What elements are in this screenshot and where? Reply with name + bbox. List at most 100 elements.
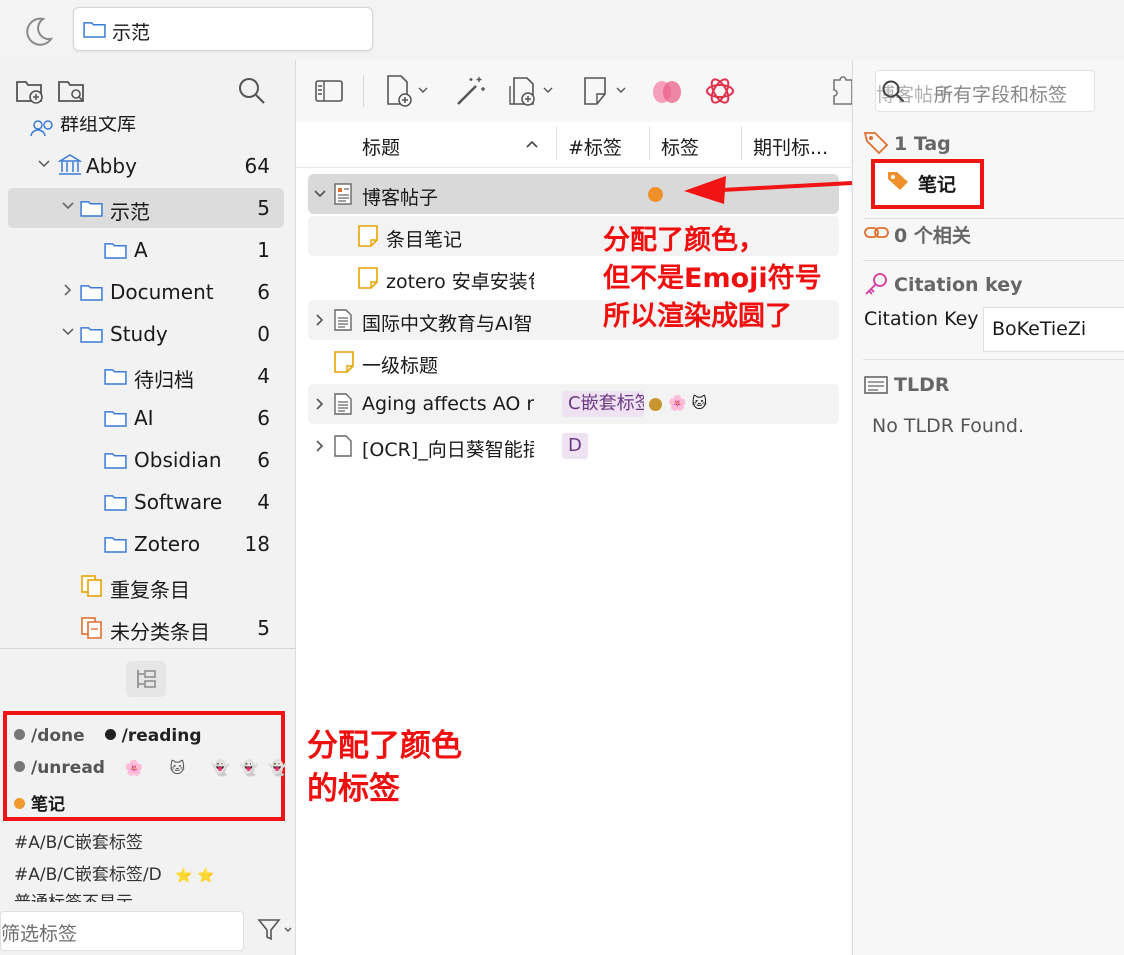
pane-splitter[interactable] bbox=[0, 648, 295, 649]
blog-post-icon bbox=[334, 183, 352, 205]
chevron-right-icon[interactable] bbox=[314, 314, 326, 326]
item-row[interactable]: [OCR]_向日葵智能插件 D bbox=[308, 426, 839, 466]
annotation-line: 分配了颜色 bbox=[307, 728, 462, 764]
collection-obsidian[interactable]: Obsidian 6 bbox=[8, 440, 284, 480]
item-search-input[interactable]: 博客帖子 所有字段和标签 bbox=[875, 70, 1095, 112]
breadcrumb[interactable]: 示范 bbox=[73, 7, 373, 51]
unfiled-items[interactable]: 未分类条目 5 bbox=[8, 608, 284, 648]
toggle-pane-icon[interactable] bbox=[315, 79, 343, 103]
column-title[interactable]: 标题 bbox=[362, 133, 400, 160]
add-attachment-icon[interactable] bbox=[507, 74, 557, 108]
tree-label: 待归档 bbox=[134, 368, 194, 392]
item-row[interactable]: 一级标题 bbox=[308, 342, 839, 382]
tag-emoji-ghost[interactable]: 👻 bbox=[268, 759, 287, 777]
new-note-icon[interactable] bbox=[581, 74, 631, 108]
chevron-right-icon[interactable] bbox=[314, 398, 326, 410]
tag-filter-input[interactable]: 筛选标签 bbox=[0, 911, 244, 951]
tree-label: Obsidian bbox=[134, 448, 222, 472]
column-journal[interactable]: 期刊标... bbox=[753, 133, 828, 160]
collection-shifan[interactable]: 示范 5 bbox=[8, 188, 284, 228]
tree-label: Zotero bbox=[134, 532, 201, 556]
group-library-row[interactable]: 群组文库 bbox=[30, 116, 280, 136]
annotation-line: 但不是Emoji符号 bbox=[603, 263, 822, 294]
citation-section-header[interactable]: Citation key bbox=[894, 274, 1023, 296]
chevron-down-icon[interactable] bbox=[62, 200, 74, 212]
tag-emoji-ghost[interactable]: 👻 bbox=[211, 759, 230, 777]
tag-emoji-flower[interactable]: 🌸 bbox=[125, 759, 144, 777]
duplicate-items[interactable]: 重复条目 bbox=[8, 566, 284, 606]
folder-icon bbox=[104, 535, 127, 553]
new-collection-icon[interactable] bbox=[15, 77, 45, 105]
magic-wand-icon[interactable] bbox=[454, 74, 488, 108]
breadcrumb-label: 示范 bbox=[112, 22, 151, 44]
collection-software[interactable]: Software 4 bbox=[8, 482, 284, 522]
column-separator[interactable] bbox=[649, 126, 650, 160]
hashtag-chip: C嵌套标签 bbox=[562, 391, 644, 417]
collection-ai[interactable]: AI 6 bbox=[8, 398, 284, 438]
chevron-right-icon[interactable] bbox=[62, 284, 74, 296]
library-abby[interactable]: Abby 64 bbox=[8, 146, 284, 186]
item-title: 条目笔记 bbox=[386, 229, 463, 251]
tag-plain[interactable]: #A/B/C嵌套标签 bbox=[14, 828, 143, 853]
tldr-icon bbox=[864, 375, 888, 395]
chevron-down-icon[interactable] bbox=[314, 188, 326, 200]
collection-daiguidang[interactable]: 待归档 4 bbox=[8, 356, 284, 396]
tag-label-icon bbox=[887, 171, 909, 191]
search-icon[interactable] bbox=[237, 76, 267, 106]
tree-count: 64 bbox=[244, 154, 270, 178]
section-divider bbox=[863, 218, 1124, 219]
tree-label: 重复条目 bbox=[110, 578, 190, 602]
tag-plain[interactable]: #A/B/C嵌套标签/D ⭐ ⭐ bbox=[14, 860, 214, 885]
tree-label: 示范 bbox=[110, 200, 150, 224]
plugin-puzzle-icon[interactable] bbox=[832, 74, 852, 108]
toolbar-separator bbox=[363, 75, 364, 107]
related-icon bbox=[863, 222, 891, 242]
tags-section-header[interactable]: 1 Tag bbox=[894, 133, 951, 155]
folder-icon bbox=[80, 283, 103, 301]
tree-label: A bbox=[134, 238, 148, 262]
new-item-icon[interactable] bbox=[385, 74, 433, 108]
note-icon bbox=[334, 351, 354, 373]
filter-icon[interactable] bbox=[256, 918, 292, 942]
collection-document[interactable]: Document 6 bbox=[8, 272, 284, 312]
saved-search-icon[interactable] bbox=[57, 77, 87, 105]
column-separator[interactable] bbox=[556, 126, 557, 160]
collection-zotero[interactable]: Zotero 18 bbox=[8, 524, 284, 564]
chevron-down-icon[interactable] bbox=[38, 158, 50, 170]
collection-study[interactable]: Study 0 bbox=[8, 314, 284, 354]
tag-reading[interactable]: /reading bbox=[104, 726, 202, 746]
tag-done[interactable]: /done bbox=[14, 726, 85, 746]
chevron-right-icon[interactable] bbox=[314, 440, 326, 452]
column-hashtag[interactable]: #标签 bbox=[568, 133, 622, 160]
column-separator[interactable] bbox=[741, 126, 742, 160]
search-icon[interactable] bbox=[880, 78, 906, 104]
column-headers: 标题 #标签 标签 期刊标... bbox=[296, 122, 851, 168]
openai-icon[interactable] bbox=[704, 75, 736, 107]
collection-a[interactable]: A 1 bbox=[8, 230, 284, 270]
tag-note[interactable]: 笔记 bbox=[14, 790, 65, 815]
tag-unread[interactable]: /unread bbox=[14, 758, 105, 778]
moon-icon[interactable] bbox=[22, 15, 54, 47]
tree-count: 5 bbox=[257, 616, 270, 640]
item-row[interactable]: Aging affects AO r C嵌套标签 🌸 🐱 bbox=[308, 384, 839, 424]
tag-stars[interactable]: ⭐ ⭐ bbox=[175, 868, 214, 884]
citation-key-field[interactable]: BoKeTieZi bbox=[983, 307, 1124, 352]
tag-plain-clipped[interactable]: 普通标签不显示 bbox=[14, 890, 284, 902]
column-tags[interactable]: 标签 bbox=[661, 133, 699, 160]
plugin-flower-icon[interactable] bbox=[651, 76, 683, 106]
blank-document-icon bbox=[334, 435, 352, 457]
folder-icon bbox=[83, 20, 106, 38]
related-section-header[interactable]: 0 个相关 bbox=[894, 221, 971, 248]
folder-icon bbox=[104, 493, 127, 511]
sort-ascending-icon[interactable] bbox=[526, 140, 538, 148]
item-tag[interactable]: 笔记 bbox=[918, 170, 956, 197]
folder-icon bbox=[104, 451, 127, 469]
tldr-section-header[interactable]: TLDR bbox=[894, 374, 949, 396]
tag-emoji-cat[interactable]: 🐱 bbox=[170, 759, 186, 777]
tag-color-dot bbox=[14, 729, 25, 740]
collapse-tree-icon[interactable] bbox=[126, 661, 166, 697]
chevron-down-icon[interactable] bbox=[62, 326, 74, 338]
tree-label: Document bbox=[110, 280, 214, 304]
group-library-label: 群组文库 bbox=[60, 116, 137, 135]
tag-emoji-ghost[interactable]: 👻 bbox=[240, 759, 259, 777]
